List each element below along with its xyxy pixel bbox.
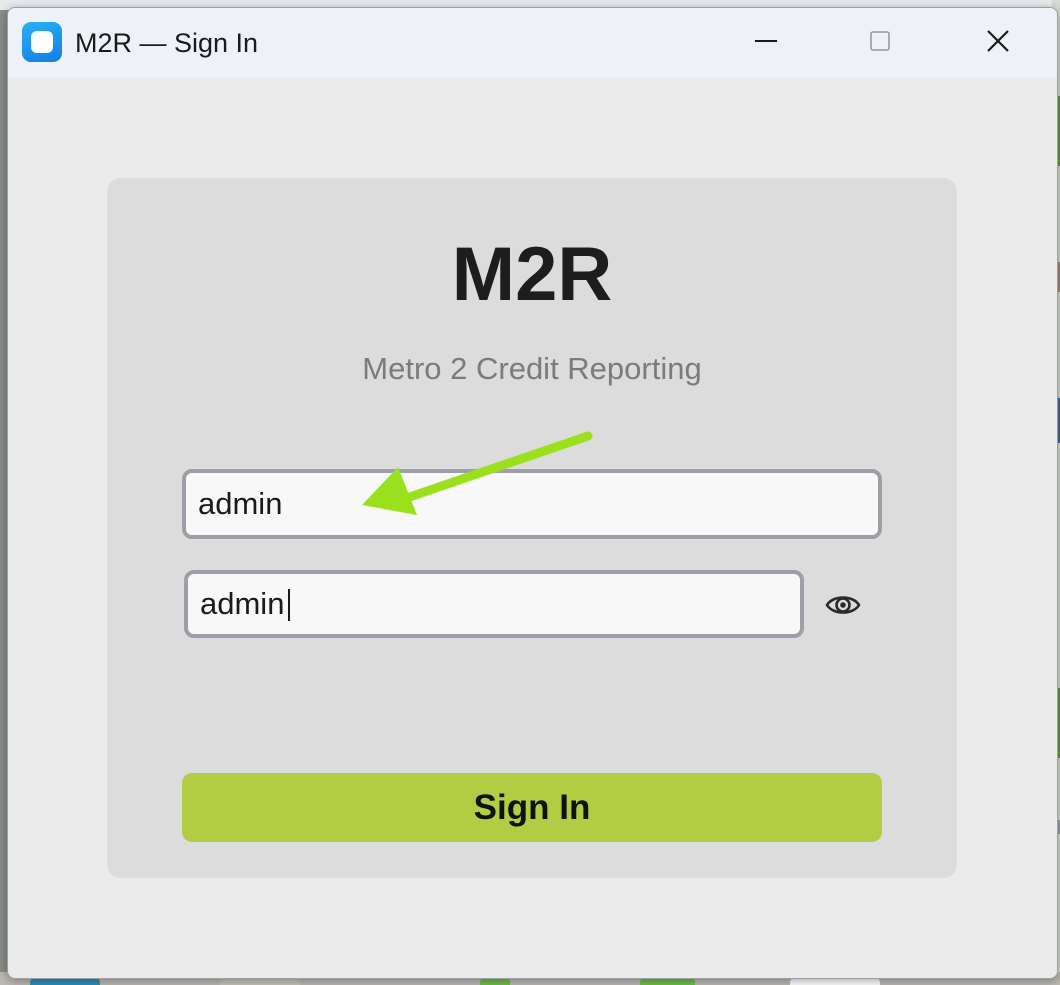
app-icon [22, 22, 62, 62]
maximize-button[interactable] [830, 8, 930, 78]
show-password-toggle[interactable] [823, 588, 863, 622]
eye-icon [825, 596, 861, 614]
login-card: M2R Metro 2 Credit Reporting Sign In [107, 178, 957, 878]
password-field[interactable] [184, 570, 804, 638]
minimize-icon [755, 40, 777, 42]
sign-in-button[interactable]: Sign In [182, 773, 882, 842]
brand-title: M2R [451, 232, 613, 317]
username-field[interactable] [182, 469, 882, 539]
maximize-icon [870, 31, 890, 51]
text-cursor [288, 589, 290, 621]
close-icon [987, 30, 1009, 52]
title-bar[interactable]: M2R — Sign In [8, 8, 1057, 78]
close-button[interactable] [948, 8, 1048, 78]
brand-subtitle: Metro 2 Credit Reporting [362, 351, 702, 386]
minimize-button[interactable] [716, 8, 816, 78]
sign-in-window: M2R — Sign In M2R Metro 2 Credit Reporti… [7, 7, 1058, 979]
window-title: M2R — Sign In [75, 28, 259, 58]
